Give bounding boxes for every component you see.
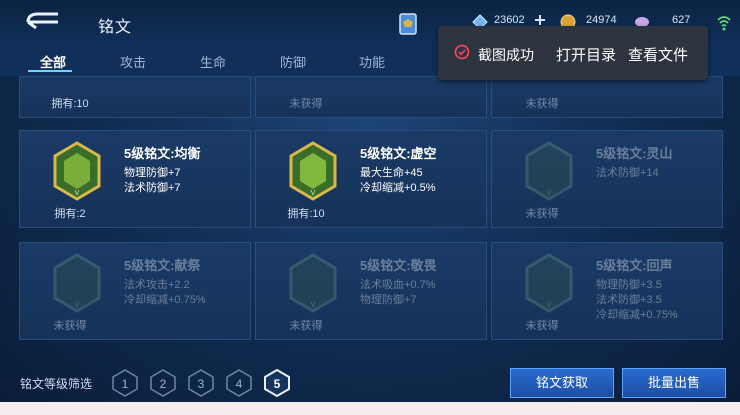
inscription-card[interactable]: V 5级铭文:虚空 最大生命+45 冷却缩减+0.5% 拥有:10 (255, 130, 487, 228)
inscription-name: 5级铭文:回声 (596, 258, 673, 273)
inscription-card[interactable]: V 5级铭文:均衡 物理防御+7 法术防御+7 拥有:2 (19, 130, 251, 228)
screenshot-toast: 截图成功 打开目录 查看文件 (438, 26, 708, 80)
owned-count: 未获得 (289, 320, 323, 332)
owned-count: 未获得 (525, 208, 559, 220)
level-4-filter[interactable]: 4 (226, 369, 252, 397)
inscription-card[interactable]: V 5级铭文:敬畏 法术吸血+0.7% 物理防御+7 未获得 (255, 242, 487, 340)
inscription-stat: 冷却缩减+0.75% (596, 309, 678, 321)
inscription-stat: 法术吸血+0.7% (360, 279, 436, 291)
level-filter-label: 铭文等级筛选 (20, 377, 93, 391)
inscription-stat: 物理防御+3.5 (596, 279, 662, 291)
svg-text:4: 4 (236, 377, 243, 391)
inscription-stat: 物理防御+7 (124, 167, 181, 179)
svg-text:V: V (547, 302, 552, 309)
inscription-gem-icon: V (289, 141, 337, 201)
back-arrow-icon[interactable] (22, 10, 62, 34)
tab-indicator (28, 70, 72, 72)
svg-text:1: 1 (122, 377, 129, 391)
inscription-gem-icon: V (289, 253, 337, 313)
inscription-card[interactable]: 未获得 (255, 76, 487, 118)
owned-count: 未获得 (525, 320, 559, 332)
owned-count: 未获得 (525, 98, 559, 110)
inscription-card[interactable]: 未获得 (491, 76, 723, 118)
owned-count: 拥有:2 (54, 208, 86, 220)
inscription-stat: 最大生命+45 (360, 167, 423, 179)
tab-all[interactable]: 全部 (40, 52, 66, 71)
tab-attack[interactable]: 攻击 (120, 52, 146, 71)
svg-text:V: V (547, 190, 552, 197)
tab-life[interactable]: 生命 (200, 52, 226, 71)
svg-text:V: V (75, 190, 80, 197)
level-2-filter[interactable]: 2 (150, 369, 176, 397)
inscription-stat: 法术防御+3.5 (596, 294, 662, 306)
owned-count: 未获得 (53, 320, 87, 332)
acquire-inscription-button[interactable]: 铭文获取 (510, 368, 614, 398)
inscription-card[interactable]: V 5级铭文:灵山 法术防御+14 未获得 (491, 130, 723, 228)
add-diamond-icon[interactable] (534, 14, 546, 26)
inscription-stat: 冷却缩减+0.5% (360, 182, 436, 194)
wifi-icon (717, 16, 731, 31)
tab-defense[interactable]: 防御 (280, 52, 306, 71)
svg-text:3: 3 (198, 377, 205, 391)
inscription-name: 5级铭文:敬畏 (360, 258, 437, 273)
svg-text:V: V (311, 190, 316, 197)
svg-text:V: V (75, 302, 80, 309)
check-circle-icon (454, 44, 470, 60)
owned-count: 拥有:10 (287, 208, 325, 220)
svg-text:V: V (311, 302, 316, 309)
view-file-link[interactable]: 查看文件 (628, 44, 688, 65)
inscription-name: 5级铭文:献祭 (124, 258, 201, 273)
inscription-gem-icon: V (525, 141, 573, 201)
svg-text:5: 5 (274, 377, 281, 391)
inscription-gem-icon: V (53, 141, 101, 201)
inscription-name: 5级铭文:均衡 (124, 146, 201, 161)
batch-sell-button[interactable]: 批量出售 (622, 368, 726, 398)
level-3-filter[interactable]: 3 (188, 369, 214, 397)
footer-strip (0, 402, 740, 415)
inscription-gem-icon: V (53, 253, 101, 313)
inscription-card[interactable]: V 5级铭文:回声 物理防御+3.5 法术防御+3.5 冷却缩减+0.75% 未… (491, 242, 723, 340)
inscription-card-icon[interactable] (398, 12, 418, 36)
inscription-stat: 冷却缩减+0.75% (124, 294, 206, 306)
level-1-filter[interactable]: 1 (112, 369, 138, 397)
inscription-gem-icon: V (525, 253, 573, 313)
inscription-stat: 物理防御+7 (360, 294, 417, 306)
inscription-stat: 法术防御+14 (596, 167, 659, 179)
inscription-card[interactable]: 拥有:10 (19, 76, 251, 118)
inscription-name: 5级铭文:灵山 (596, 146, 673, 161)
open-folder-link[interactable]: 打开目录 (556, 44, 616, 65)
svg-text:2: 2 (160, 377, 167, 391)
inscription-card[interactable]: V 5级铭文:献祭 法术攻击+2.2 冷却缩减+0.75% 未获得 (19, 242, 251, 340)
owned-count: 拥有:10 (51, 98, 89, 110)
toast-message: 截图成功 (478, 47, 534, 63)
inscription-stat: 法术攻击+2.2 (124, 279, 190, 291)
page-title: 铭文 (98, 19, 133, 36)
inscription-name: 5级铭文:虚空 (360, 146, 437, 161)
owned-count: 未获得 (289, 98, 323, 110)
tab-function[interactable]: 功能 (359, 52, 385, 71)
inscription-stat: 法术防御+7 (124, 182, 181, 194)
level-5-filter[interactable]: 5 (264, 369, 290, 397)
